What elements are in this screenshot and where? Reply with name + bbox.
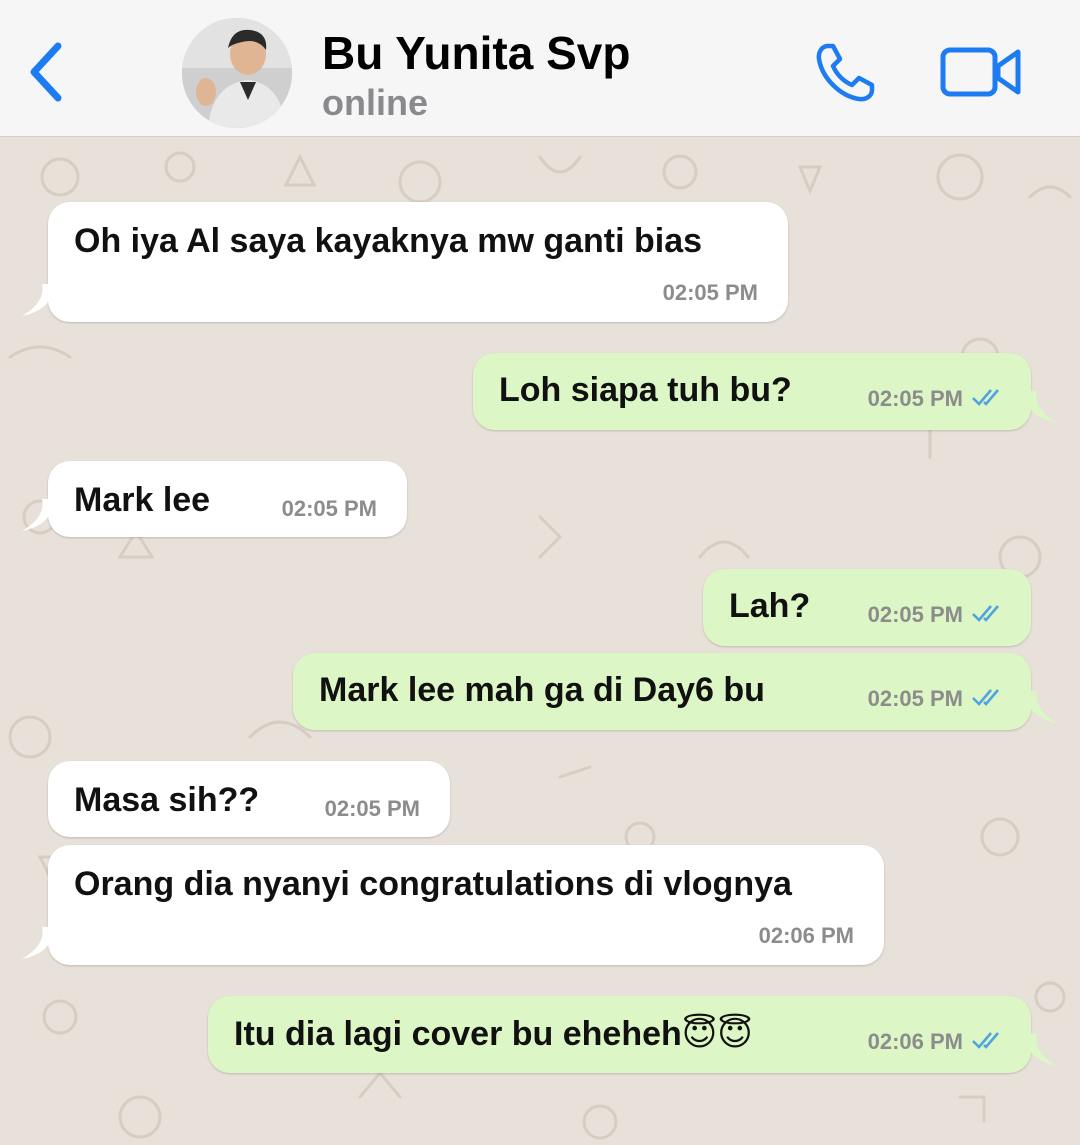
avatar[interactable] xyxy=(182,18,292,128)
message-time: 02:06 PM xyxy=(758,923,854,948)
message-text: Loh siapa tuh bu? xyxy=(499,371,792,409)
message-text: Mark lee xyxy=(74,481,211,519)
message-text: Lah? xyxy=(729,587,811,625)
chat-header: Bu Yunita Svp online xyxy=(0,0,1080,137)
message-time: 02:05 PM xyxy=(662,280,758,305)
phone-icon[interactable] xyxy=(812,40,880,104)
bubble-tail xyxy=(22,284,56,316)
message-text: Orang dia nyanyi congratulations di vlog… xyxy=(74,865,792,903)
double-check-icon xyxy=(972,1032,999,1049)
message-text: Mark lee mah ga di Day6 bu xyxy=(319,671,765,709)
double-check-icon xyxy=(972,605,999,622)
video-camera-icon[interactable] xyxy=(940,44,1022,100)
message-text: Oh iya Al saya kayaknya mw ganti bias xyxy=(74,222,703,260)
double-check-icon xyxy=(972,689,999,706)
message-time: 02:05 PM xyxy=(281,496,377,521)
contact-status: online xyxy=(322,82,428,123)
message-incoming[interactable]: Mark lee 02:05 PM xyxy=(22,461,407,537)
message-text: Itu dia lagi cover bu eheheh😇😇 xyxy=(234,1015,753,1053)
message-outgoing[interactable]: Lah? 02:05 PM xyxy=(703,569,1031,646)
message-incoming[interactable]: Oh iya Al saya kayaknya mw ganti bias 02… xyxy=(22,202,788,322)
message-incoming[interactable]: Masa sih?? 02:05 PM xyxy=(48,761,450,837)
message-time: 02:05 PM xyxy=(867,602,963,627)
contact-name[interactable]: Bu Yunita Svp xyxy=(322,26,630,80)
bubble-tail xyxy=(22,499,56,531)
bubble-tail xyxy=(22,927,56,959)
message-time: 02:06 PM xyxy=(867,1029,963,1054)
chevron-left-icon[interactable] xyxy=(26,40,66,104)
message-outgoing[interactable]: Itu dia lagi cover bu eheheh😇😇 02:06 PM xyxy=(208,996,1057,1073)
bubble-tail xyxy=(1023,1034,1057,1066)
message-outgoing[interactable]: Mark lee mah ga di Day6 bu 02:05 PM xyxy=(293,653,1057,730)
message-incoming[interactable]: Orang dia nyanyi congratulations di vlog… xyxy=(22,845,884,965)
message-time: 02:05 PM xyxy=(867,386,963,411)
message-time: 02:05 PM xyxy=(324,796,420,821)
message-list[interactable]: Oh iya Al saya kayaknya mw ganti bias 02… xyxy=(0,137,1080,1145)
double-check-icon xyxy=(972,389,999,406)
message-time: 02:05 PM xyxy=(867,686,963,711)
message-outgoing[interactable]: Loh siapa tuh bu? 02:05 PM xyxy=(473,353,1057,430)
bubble-tail xyxy=(1023,391,1057,423)
bubble-tail xyxy=(1023,691,1057,723)
message-text: Masa sih?? xyxy=(74,781,260,819)
